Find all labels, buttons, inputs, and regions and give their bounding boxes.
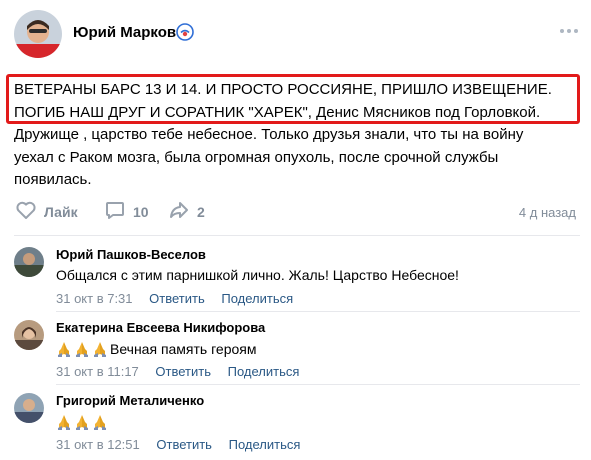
- comment-meta: 31 окт в 11:17 Ответить Поделиться: [56, 364, 299, 379]
- share-link[interactable]: Поделиться: [221, 291, 293, 306]
- like-label: Лайк: [44, 204, 78, 220]
- author-avatar[interactable]: [14, 10, 62, 58]
- comment-text: Вечная память героям: [56, 340, 257, 358]
- comment-date[interactable]: 31 окт в 7:31: [56, 291, 133, 306]
- author-name[interactable]: Юрий Марков: [73, 24, 176, 41]
- prayer-emoji-group: [56, 413, 110, 431]
- post-time[interactable]: 4 д назад: [519, 205, 576, 220]
- reply-link[interactable]: Ответить: [155, 364, 211, 379]
- comment-author-name[interactable]: Юрий Пашков-Веселов: [56, 247, 206, 262]
- post-header: Юрий Марков: [14, 10, 580, 58]
- comment-avatar[interactable]: [14, 247, 44, 277]
- comment-text: [56, 413, 110, 431]
- comment-text: Общался с этим парнишкой лично. Жаль! Ца…: [56, 267, 459, 283]
- praying-hands-emoji-icon: [74, 341, 90, 358]
- praying-hands-emoji-icon: [92, 341, 108, 358]
- post-actions: Лайк 10 2 4 д назад: [14, 198, 580, 226]
- comment-meta: 31 окт в 7:31 Ответить Поделиться: [56, 291, 293, 306]
- post-text-line: появилась.: [14, 171, 92, 188]
- praying-hands-emoji-icon: [56, 414, 72, 431]
- comment-avatar[interactable]: [14, 393, 44, 423]
- share-arrow-icon: [167, 198, 191, 227]
- comment-date[interactable]: 31 окт в 12:51: [56, 437, 140, 452]
- more-dots-icon[interactable]: [558, 24, 580, 38]
- verified-badge-icon: [176, 23, 194, 41]
- comment-date[interactable]: 31 окт в 11:17: [56, 364, 139, 379]
- comment-bubble-icon: [103, 198, 127, 227]
- like-button[interactable]: Лайк: [14, 198, 78, 226]
- comment-divider: [56, 311, 580, 312]
- post-text-line: уехал с Раком мозга, была огромная опухо…: [14, 148, 499, 166]
- comment-meta: 31 окт в 12:51 Ответить Поделиться: [56, 437, 300, 452]
- share-link[interactable]: Поделиться: [228, 364, 300, 379]
- comments-count: 10: [133, 204, 149, 220]
- reply-link[interactable]: Ответить: [149, 291, 205, 306]
- post-divider: [14, 235, 580, 236]
- praying-hands-emoji-icon: [92, 414, 108, 431]
- comment-author-name[interactable]: Екатерина Евсеева Никифорова: [56, 320, 265, 335]
- comment-button[interactable]: 10: [103, 198, 149, 226]
- praying-hands-emoji-icon: [56, 341, 72, 358]
- comment-avatar[interactable]: [14, 320, 44, 350]
- praying-hands-emoji-icon: [74, 414, 90, 431]
- comment-text-content: Вечная память героям: [110, 340, 257, 357]
- red-highlight-box: [6, 74, 580, 124]
- comment-text-content: Общался с этим парнишкой лично. Жаль! Ца…: [56, 267, 459, 283]
- post-text-line: Дружище , царство тебе небесное. Только …: [14, 126, 524, 143]
- share-link[interactable]: Поделиться: [229, 437, 301, 452]
- heart-icon: [14, 198, 38, 227]
- comment-divider: [56, 384, 580, 385]
- share-button[interactable]: 2: [167, 198, 205, 226]
- shares-count: 2: [197, 204, 205, 220]
- reply-link[interactable]: Ответить: [156, 437, 212, 452]
- prayer-emoji-group: [56, 340, 110, 358]
- comment-author-name[interactable]: Григорий Металиченко: [56, 393, 204, 408]
